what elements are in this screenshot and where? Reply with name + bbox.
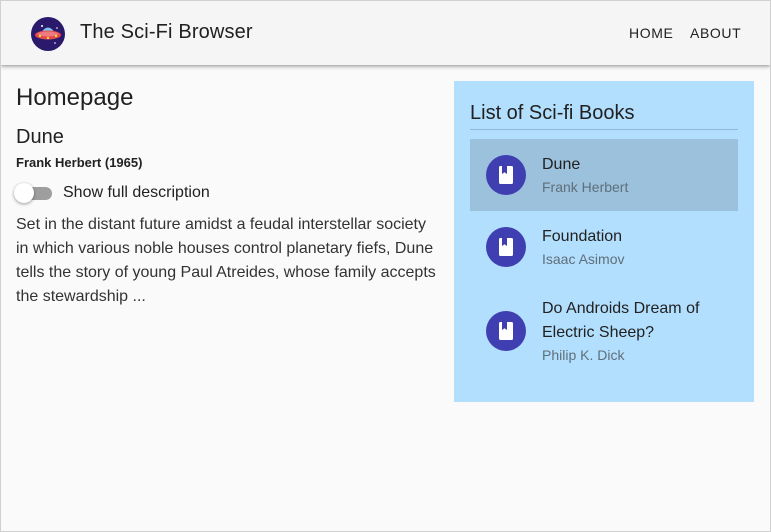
book-list-item-dune[interactable]: Dune Frank Herbert <box>470 139 738 211</box>
book-avatar <box>486 155 526 195</box>
book-title: Dune <box>16 126 64 148</box>
page-title: Homepage <box>16 84 134 111</box>
book-list-item-title: Do Androids Dream of Electric Sheep? <box>542 300 700 341</box>
toggle-label: Show full description <box>63 184 210 201</box>
book-list-item-title: Dune <box>542 156 581 173</box>
book-list-title: List of Sci-fi Books <box>470 102 635 124</box>
book-icon <box>499 166 513 184</box>
app-title: The Sci-Fi Browser <box>80 21 253 43</box>
top-app-bar: The Sci-Fi Browser HOME ABOUT <box>1 1 770 65</box>
flying-saucer-icon[interactable] <box>31 17 65 51</box>
book-description: Set in the distant future amidst a feuda… <box>16 216 436 305</box>
book-list-item-foundation[interactable]: Foundation Isaac Asimov <box>470 211 738 283</box>
book-avatar <box>486 311 526 351</box>
book-list-item-androids[interactable]: Do Androids Dream of Electric Sheep? Phi… <box>470 283 738 379</box>
full-description-toggle[interactable] <box>14 182 54 204</box>
book-avatar <box>486 227 526 267</box>
book-list-item-author: Isaac Asimov <box>542 251 625 267</box>
book-icon <box>499 238 513 256</box>
nav-home-button[interactable]: HOME <box>629 25 673 41</box>
toggle-thumb <box>14 183 34 203</box>
book-list-item-author: Frank Herbert <box>542 179 629 195</box>
book-list-item-author: Philip K. Dick <box>542 347 625 363</box>
divider <box>470 129 738 130</box>
book-list-panel: List of Sci-fi Books Dune Frank Herbert <box>454 81 754 402</box>
book-list-item-title: Foundation <box>542 228 623 245</box>
book-icon <box>499 322 513 340</box>
nav-about-button[interactable]: ABOUT <box>690 25 741 41</box>
app-window: The Sci-Fi Browser HOME ABOUT Homepage D… <box>0 0 771 532</box>
book-author-year: Frank Herbert (1965) <box>16 155 143 170</box>
